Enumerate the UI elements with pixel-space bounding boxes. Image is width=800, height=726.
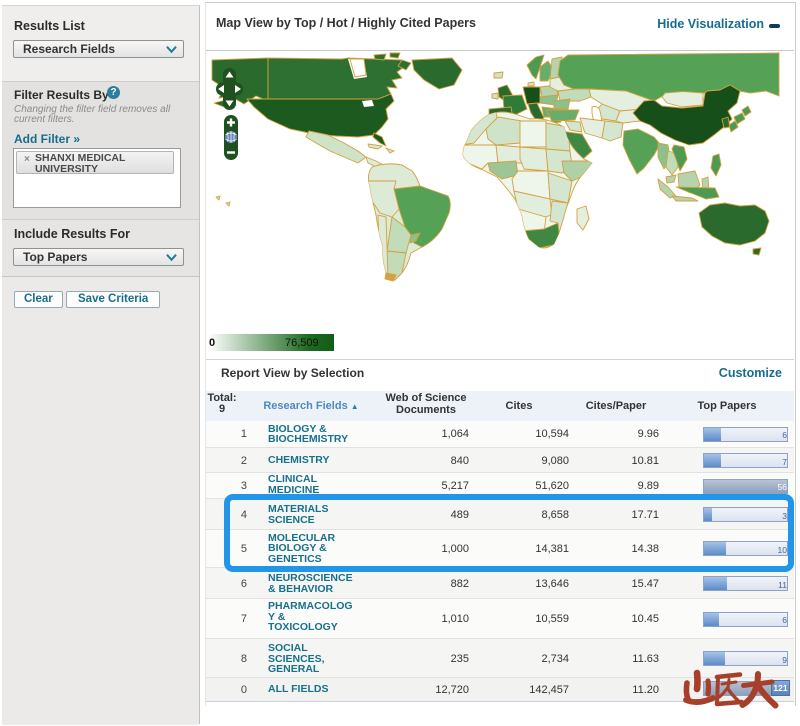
svg-text:0: 0: [209, 337, 215, 349]
svg-text:76,509: 76,509: [285, 337, 319, 349]
